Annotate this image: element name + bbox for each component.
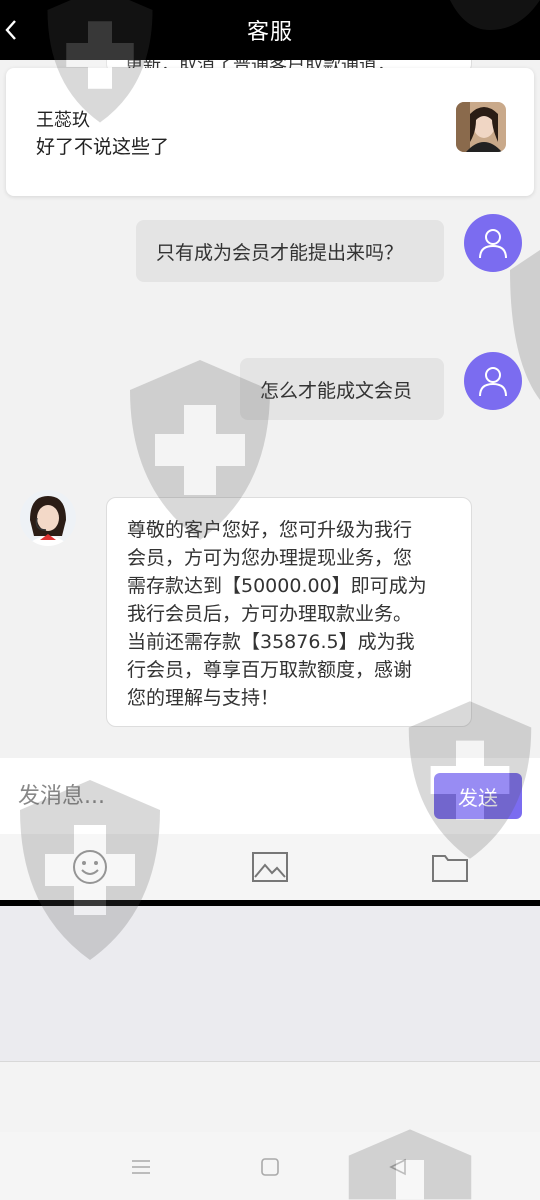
agent-message-line: 需存款达到【50000.00】即可成为 [127,575,427,597]
user-message-text: 怎么才能成文会员 [260,379,413,402]
system-nav-bar [0,1132,540,1200]
agent-message-line: 行会员，尊享百万取款额度，感谢 [127,659,413,681]
send-button[interactable]: 发送 [434,773,522,819]
notification-text: 好了不说这些了 [36,136,170,158]
user-avatar[interactable] [464,352,522,410]
person-icon [479,229,507,259]
home-button[interactable] [255,1152,285,1182]
menu-button[interactable] [126,1152,156,1182]
agent-message-line: 当前还需存款【35876.5】成为我 [127,631,415,653]
chat-area[interactable]: 更新，取消了普通客户取款通道， 王蕊玖 好了不说这些了 只有成为会员才能提出来吗… [0,60,540,758]
agent-message-line: 尊敬的客户您好，您可升级为我行 [127,519,413,541]
agent-message-line: 我行会员后，方可办理取款业务。 [127,603,413,625]
person-icon [479,367,507,397]
blank-panel [0,906,540,1061]
blank-panel-lower [0,1062,540,1132]
page-title: 客服 [246,20,293,45]
folder-button[interactable] [420,842,480,892]
back-button[interactable] [0,14,22,46]
user-message-bubble: 怎么才能成文会员 [240,358,444,420]
emoji-button[interactable] [60,842,120,892]
agent-message-line: 您的理解与支持！ [127,687,280,709]
notification-avatar [456,102,506,152]
image-icon [252,852,288,882]
back-icon [389,1158,406,1176]
menu-icon [132,1160,150,1174]
attachment-toolbar [0,834,540,900]
back-nav-button[interactable] [383,1152,413,1182]
message-input[interactable] [0,758,420,834]
agent-message-bubble: 尊敬的客户您好，您可升级为我行 会员，方可为您办理提现业务，您 需存款达到【50… [106,497,472,727]
notification-sender: 王蕊玖 [36,110,90,131]
header: 客服 [0,0,540,60]
user-message-text: 只有成为会员才能提出来吗？ [156,241,404,264]
chevron-left-icon [5,20,16,40]
agent-avatar[interactable] [20,490,76,546]
user-message-bubble: 只有成为会员才能提出来吗？ [136,220,444,282]
notification-popup[interactable]: 王蕊玖 好了不说这些了 [6,68,534,196]
agent-message-line: 会员，方可为您办理提现业务，您 [127,547,413,569]
user-avatar[interactable] [464,214,522,272]
emoji-icon [73,850,107,884]
image-button[interactable] [240,842,300,892]
home-icon [261,1158,279,1176]
folder-icon [432,855,468,882]
message-input-bar: 发送 [0,758,540,834]
